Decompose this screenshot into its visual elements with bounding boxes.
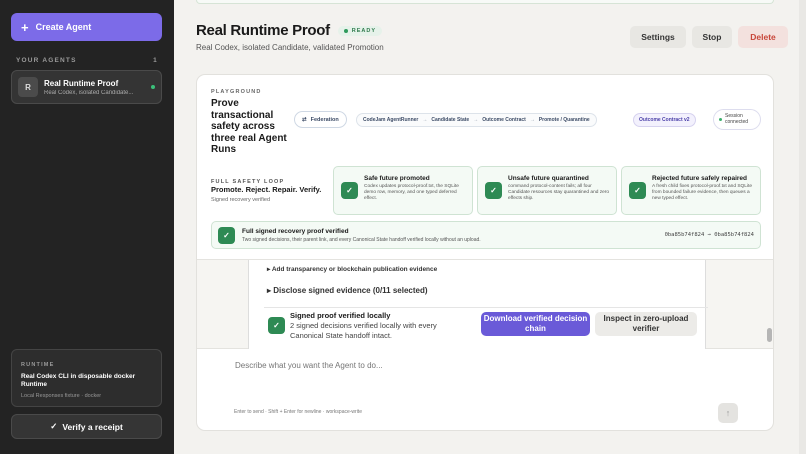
card-description: Codex updates protocol-proof.txt, the SQ… — [364, 184, 459, 202]
evidence-scroll-region[interactable]: ▸ Add transparency or blockchain publica… — [197, 259, 773, 349]
runtime-subtitle: Local Responses fixture · docker — [21, 392, 102, 399]
result-card-repaired: ✓ Rejected future safely repaired A fres… — [621, 166, 761, 215]
card-title: Rejected future safely repaired — [652, 175, 748, 182]
evidence-document: ▸ Add transparency or blockchain publica… — [248, 260, 708, 349]
flow-step: CodeJam AgentRunner — [363, 117, 419, 123]
scrollbar-thumb[interactable] — [767, 328, 772, 342]
loop-subtitle: Signed recovery verified — [211, 197, 271, 203]
check-icon: ✓ — [341, 182, 358, 199]
full-proof-description: Two signed decisions, their parent link,… — [242, 236, 481, 243]
delete-button[interactable]: Delete — [738, 26, 788, 48]
agent-text: Real Runtime Proof Real Codex, isolated … — [44, 79, 145, 96]
loop-title: Promote. Reject. Repair. Verify. — [211, 185, 322, 194]
create-agent-button[interactable]: + Create Agent — [11, 13, 162, 41]
settings-button[interactable]: Settings — [630, 26, 686, 48]
runtime-title: Real Codex CLI in disposable docker Runt… — [21, 373, 136, 389]
arrow-right-icon: → — [473, 117, 479, 123]
signed-proof-row: ✓ Signed proof verified locally 2 signed… — [264, 307, 708, 343]
page-subtitle: Real Codex, isolated Candidate, validate… — [196, 43, 384, 52]
status-badge-label: READY — [351, 27, 377, 34]
flow-step: Promote / Quarantine — [538, 117, 590, 123]
inspect-verifier-button[interactable]: Inspect in zero-upload verifier — [595, 312, 697, 336]
agent-prompt-input[interactable] — [235, 361, 725, 370]
plus-icon: + — [21, 19, 29, 35]
card-title: Unsafe future quarantined — [508, 175, 589, 182]
disclose-toggle[interactable]: ▸ Disclose signed evidence (0/11 selecte… — [267, 286, 428, 295]
federation-button[interactable]: ⇄ Federation — [294, 111, 347, 128]
agents-heading-row: YOUR AGENTS 1 — [16, 57, 158, 64]
verify-receipt-button[interactable]: ✓ Verify a receipt — [11, 414, 162, 439]
pipeline-flow: CodeJam AgentRunner → Candidate State → … — [356, 113, 597, 127]
arrow-right-icon: → — [529, 117, 535, 123]
card-text: Safe future promoted Codex updates proto… — [364, 175, 466, 203]
avatar: R — [18, 77, 38, 97]
connected-dot-icon — [719, 118, 722, 121]
runtime-card: RUNTIME Real Codex CLI in disposable doc… — [11, 349, 162, 407]
top-banner-edge — [196, 0, 774, 4]
sidebar: + Create Agent YOUR AGENTS 1 R Real Runt… — [0, 0, 174, 454]
agents-heading: YOUR AGENTS — [16, 57, 77, 64]
hash-chain: 0ba85b74f824 → 0ba85b74f824 — [665, 232, 754, 238]
playground-label: PLAYGROUND — [211, 89, 262, 95]
result-card-promoted: ✓ Safe future promoted Codex updates pro… — [333, 166, 473, 215]
title-row: Real Runtime Proof READY — [196, 22, 383, 39]
playground-title: Prove transactional safety across three … — [211, 98, 287, 155]
link-icon: ⇄ — [302, 116, 307, 123]
playground-panel: PLAYGROUND Prove transactional safety ac… — [196, 74, 774, 431]
flow-step: Outcome Contract — [482, 117, 526, 123]
card-description: command protocol-content fails; all four… — [508, 184, 610, 202]
status-dot-icon — [343, 28, 348, 33]
session-label: Session connected — [725, 112, 749, 125]
check-icon: ✓ — [268, 317, 285, 334]
transparency-toggle[interactable]: ▸ Add transparency or blockchain publica… — [267, 265, 437, 273]
flow-step: Candidate State — [431, 117, 470, 123]
download-chain-button[interactable]: Download verified decision chain — [481, 312, 590, 336]
agent-name: Real Runtime Proof — [44, 78, 119, 88]
card-text: Unsafe future quarantined command protoc… — [508, 175, 610, 203]
arrow-up-icon: ↑ — [725, 408, 731, 418]
agent-item-real-runtime-proof[interactable]: R Real Runtime Proof Real Codex, isolate… — [11, 70, 162, 104]
header-actions: Settings Stop Delete — [630, 26, 788, 48]
send-button[interactable]: ↑ — [718, 403, 738, 423]
full-proof-banner: ✓ Full signed recovery proof verified Tw… — [211, 221, 761, 249]
agents-count: 1 — [153, 57, 158, 64]
window-edge — [799, 0, 806, 454]
check-icon: ✓ — [629, 182, 646, 199]
signed-proof-title: Signed proof verified locally — [290, 311, 391, 320]
full-proof-text: Full signed recovery proof verified Two … — [242, 228, 658, 243]
arrow-right-icon: → — [422, 117, 428, 123]
hash-from: 0ba85b74f824 — [664, 232, 705, 238]
verify-receipt-label: Verify a receipt — [62, 421, 123, 432]
page-title: Real Runtime Proof — [196, 22, 330, 39]
federation-label: Federation — [310, 116, 339, 123]
result-card-quarantined: ✓ Unsafe future quarantined command prot… — [477, 166, 617, 215]
status-badge: READY — [337, 25, 383, 36]
outcome-contract-badge[interactable]: Outcome Contract v2 — [633, 113, 696, 127]
session-status: Session connected — [713, 109, 761, 130]
card-title: Safe future promoted — [364, 175, 430, 182]
check-icon: ✓ — [50, 421, 58, 431]
create-agent-label: Create Agent — [35, 22, 92, 32]
card-text: Rejected future safely repaired A fresh … — [652, 175, 754, 203]
stop-button[interactable]: Stop — [692, 26, 732, 48]
card-description: A fresh child fixes protocol-proof.txt a… — [652, 184, 752, 202]
hash-to: 0ba85b74f824 — [714, 232, 754, 238]
agent-subtitle: Real Codex, isolated Candidate... — [44, 89, 134, 96]
full-proof-title: Full signed recovery proof verified — [242, 227, 349, 235]
composer-hint: Enter to send · Shift + Enter for newlin… — [234, 409, 362, 415]
signed-proof-description: 2 signed decisions verified locally with… — [290, 321, 437, 340]
runtime-label: RUNTIME — [21, 362, 55, 368]
status-dot-icon — [151, 85, 155, 89]
check-icon: ✓ — [485, 182, 502, 199]
check-icon: ✓ — [218, 226, 235, 244]
